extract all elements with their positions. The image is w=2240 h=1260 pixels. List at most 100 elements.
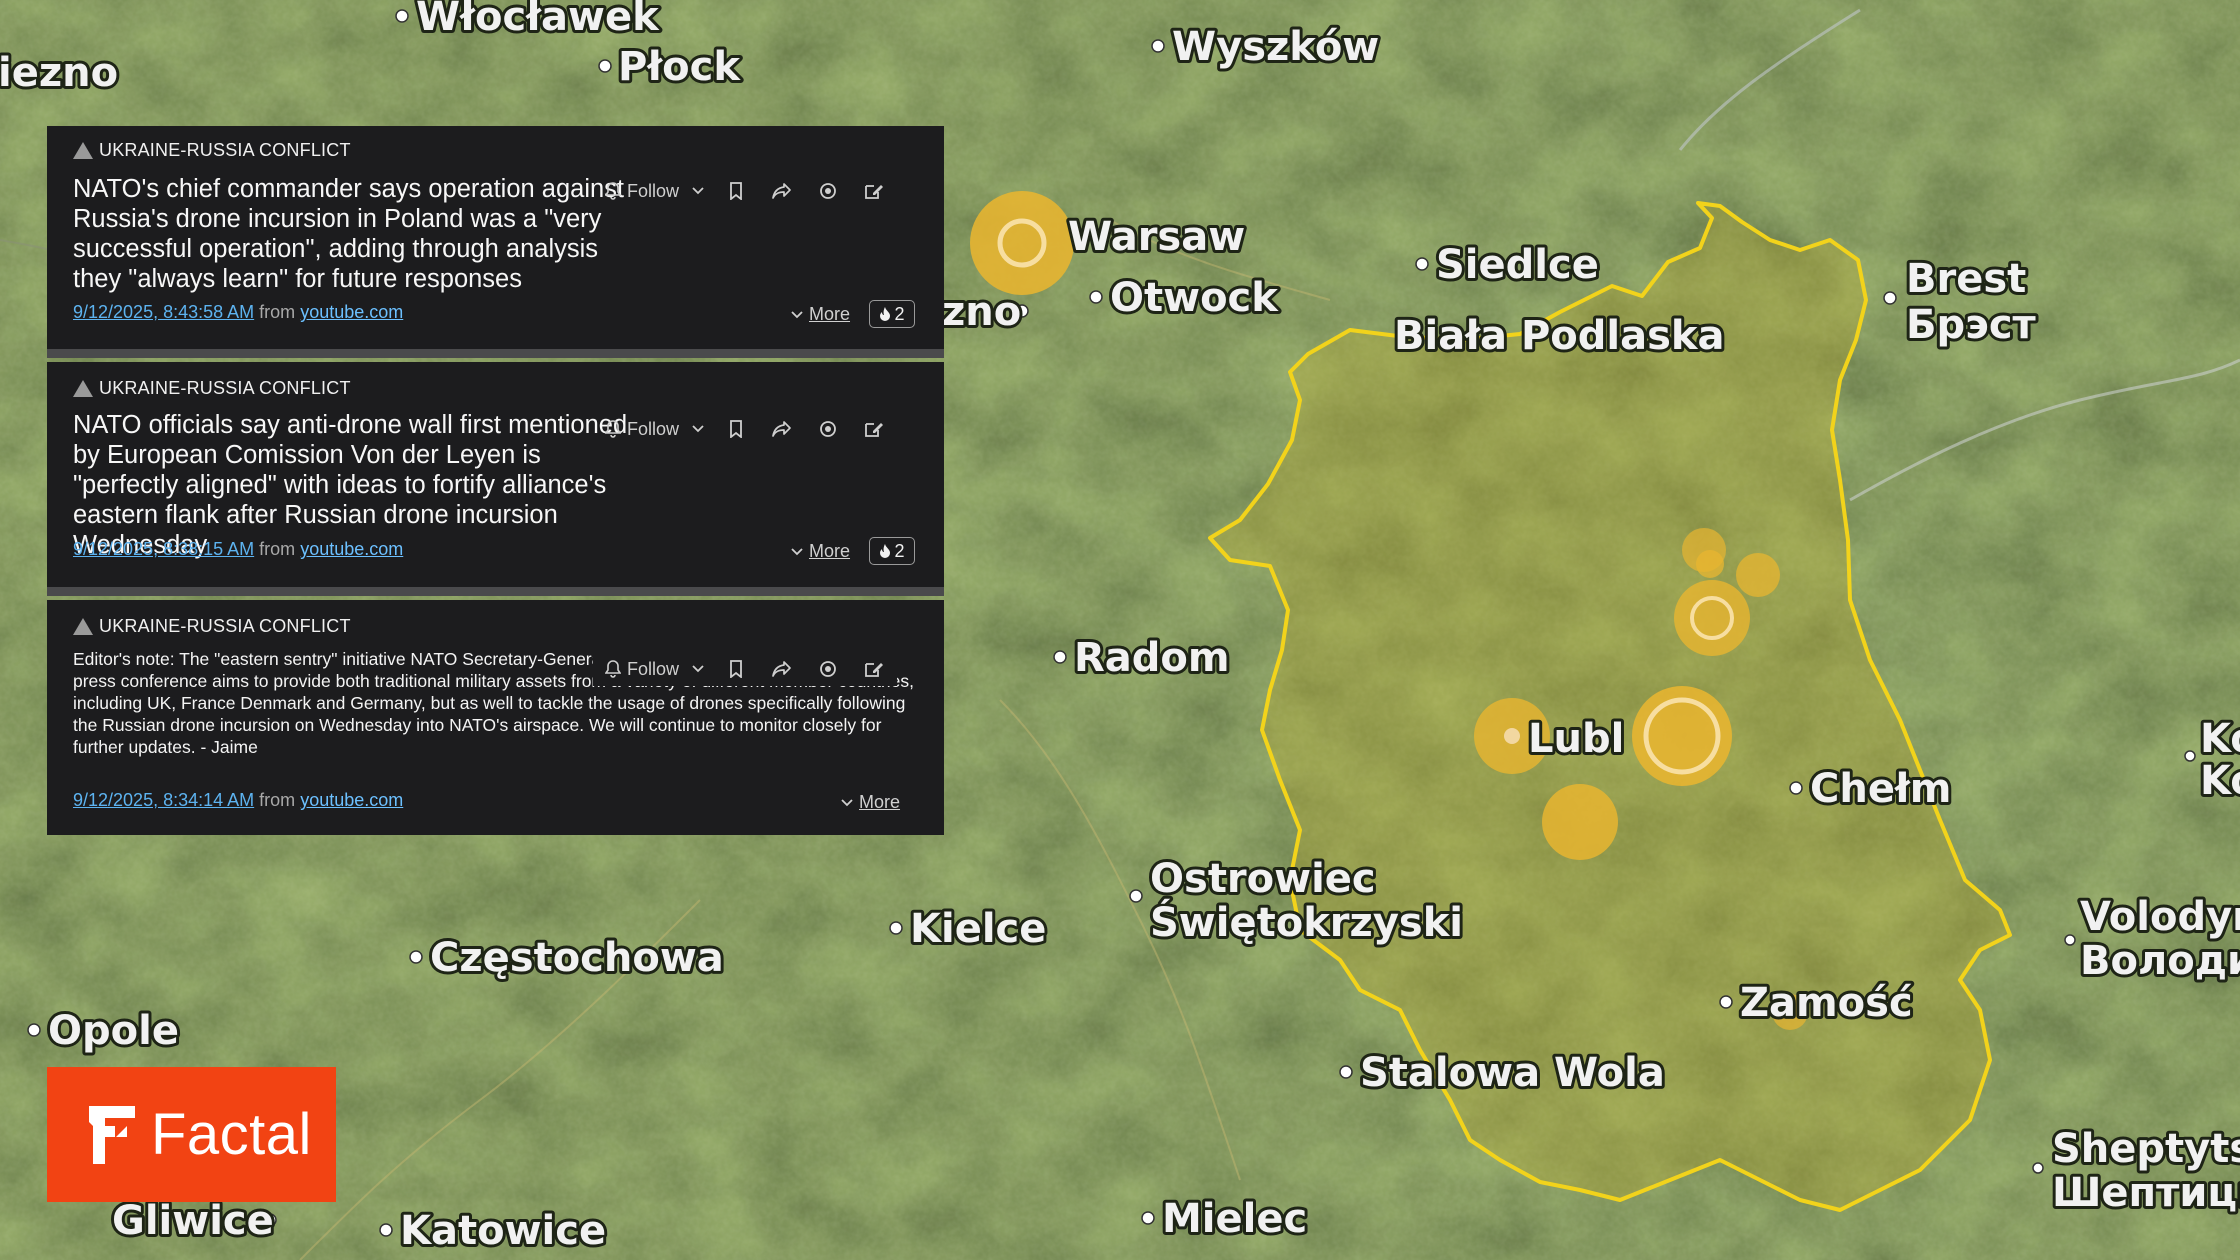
news-card[interactable]: UKRAINE-RUSSIA CONFLICT Editor's note: T… [47, 600, 944, 835]
city-label: Siedlce [1436, 242, 1599, 288]
topic-tag[interactable]: UKRAINE-RUSSIA CONFLICT [73, 378, 351, 399]
bell-icon [604, 420, 621, 438]
city-label: Брэст [1906, 302, 2037, 348]
follow-options-chevron[interactable] [683, 414, 713, 444]
source-link[interactable]: youtube.com [300, 302, 403, 322]
source-link[interactable]: youtube.com [300, 790, 403, 810]
follow-button[interactable]: Follow [601, 654, 683, 684]
news-card[interactable]: UKRAINE-RUSSIA CONFLICT NATO officials s… [47, 362, 944, 587]
follow-options-chevron[interactable] [683, 176, 713, 206]
city-label: Wyszków [1172, 24, 1379, 70]
city-label: Radom [1074, 635, 1230, 681]
city-label: Chełm [1810, 766, 1951, 812]
card-meta: 9/12/2025, 8:34:14 AM from youtube.com [73, 790, 404, 810]
bookmark-icon [730, 182, 742, 200]
bell-icon [604, 182, 621, 200]
card-meta: 9/12/2025, 8:38:15 AM from youtube.com [73, 539, 404, 559]
city-label: Biała Podlaska [1394, 313, 1725, 359]
share-icon [772, 421, 791, 437]
edit-button[interactable] [851, 414, 897, 444]
timestamp-link[interactable]: 9/12/2025, 8:34:14 AM [73, 790, 254, 810]
edit-button[interactable] [851, 176, 897, 206]
target-button[interactable] [805, 654, 851, 684]
flame-icon [880, 544, 891, 558]
chevron-down-icon [841, 798, 853, 806]
chevron-down-icon [692, 665, 704, 673]
more-button[interactable]: More [841, 792, 900, 813]
share-icon [772, 183, 791, 199]
city-label: Ostrowiec [1150, 856, 1376, 902]
card-meta: 9/12/2025, 8:43:58 AM from youtube.com [73, 302, 404, 322]
city-label: Otwock [1110, 275, 1279, 321]
target-icon [820, 421, 836, 437]
city-label: Warsaw [1068, 214, 1245, 260]
source-link[interactable]: youtube.com [300, 539, 403, 559]
share-icon [772, 661, 791, 677]
city-label: Płock [618, 44, 741, 90]
card-divider [47, 349, 944, 358]
city-label: Ko [2200, 716, 2240, 762]
bookmark-button[interactable] [713, 414, 759, 444]
share-button[interactable] [759, 654, 805, 684]
card-divider [47, 587, 944, 596]
topic-label: UKRAINE-RUSSIA CONFLICT [99, 140, 351, 160]
city-label: Шептицьк [2052, 1170, 2240, 1216]
follow-button[interactable]: Follow [601, 176, 683, 206]
bookmark-button[interactable] [713, 654, 759, 684]
follow-button[interactable]: Follow [601, 414, 683, 444]
headline[interactable]: NATO's chief commander says operation ag… [73, 174, 633, 294]
timestamp-link[interactable]: 9/12/2025, 8:38:15 AM [73, 539, 254, 559]
target-button[interactable] [805, 414, 851, 444]
edit-icon [865, 185, 883, 199]
city-label: Ko [2200, 758, 2240, 804]
city-label: Zamość [1740, 980, 1913, 1026]
city-label: Kielce [910, 906, 1046, 952]
follow-options-chevron[interactable] [683, 654, 713, 684]
topic-tag[interactable]: UKRAINE-RUSSIA CONFLICT [73, 140, 351, 161]
city-label: Володим [2080, 938, 2240, 984]
chevron-down-icon [692, 187, 704, 195]
share-button[interactable] [759, 414, 805, 444]
topic-label: UKRAINE-RUSSIA CONFLICT [99, 378, 351, 398]
chevron-down-icon [791, 547, 803, 555]
city-label: Katowice [400, 1208, 606, 1254]
city-label: Opole [48, 1008, 179, 1054]
city-label: Częstochowa [430, 935, 724, 981]
bookmark-icon [730, 660, 742, 678]
city-label: Lubl [1528, 716, 1624, 762]
city-label: Volodym [2080, 894, 2240, 940]
bookmark-button[interactable] [713, 176, 759, 206]
city-label: Sheptytsk [2052, 1126, 2240, 1172]
headline[interactable]: NATO officials say anti-drone wall first… [73, 410, 633, 560]
target-icon [820, 661, 836, 677]
factal-logo-text: Factal [151, 1102, 312, 1167]
topic-tag[interactable]: UKRAINE-RUSSIA CONFLICT [73, 616, 351, 637]
card-actions: Follow [593, 652, 897, 686]
city-label: Gliwice [112, 1198, 274, 1244]
flame-icon [880, 307, 891, 321]
city-label: iezno [0, 50, 118, 96]
target-button[interactable] [805, 176, 851, 206]
city-label: zno [942, 289, 1021, 335]
chevron-down-icon [791, 310, 803, 318]
card-actions: Follow [601, 176, 897, 206]
share-button[interactable] [759, 176, 805, 206]
warning-icon [73, 618, 93, 635]
edit-button[interactable] [851, 654, 897, 684]
more-button[interactable]: More [791, 304, 850, 325]
upvote-badge[interactable]: 2 [869, 537, 915, 565]
timestamp-link[interactable]: 9/12/2025, 8:43:58 AM [73, 302, 254, 322]
target-icon [820, 183, 836, 199]
upvote-badge[interactable]: 2 [869, 300, 915, 328]
news-card[interactable]: UKRAINE-RUSSIA CONFLICT NATO's chief com… [47, 126, 944, 349]
event-marker-warsaw[interactable] [970, 191, 1074, 295]
card-actions: Follow [601, 414, 897, 444]
city-label: Świętokrzyski [1150, 898, 1463, 946]
city-label: Brest [1906, 256, 2026, 302]
edit-icon [865, 663, 883, 677]
factal-logo[interactable]: Factal [47, 1067, 336, 1202]
city-label: Włocławek [416, 0, 660, 40]
more-button[interactable]: More [791, 541, 850, 562]
edit-icon [865, 423, 883, 437]
topic-label: UKRAINE-RUSSIA CONFLICT [99, 616, 351, 636]
